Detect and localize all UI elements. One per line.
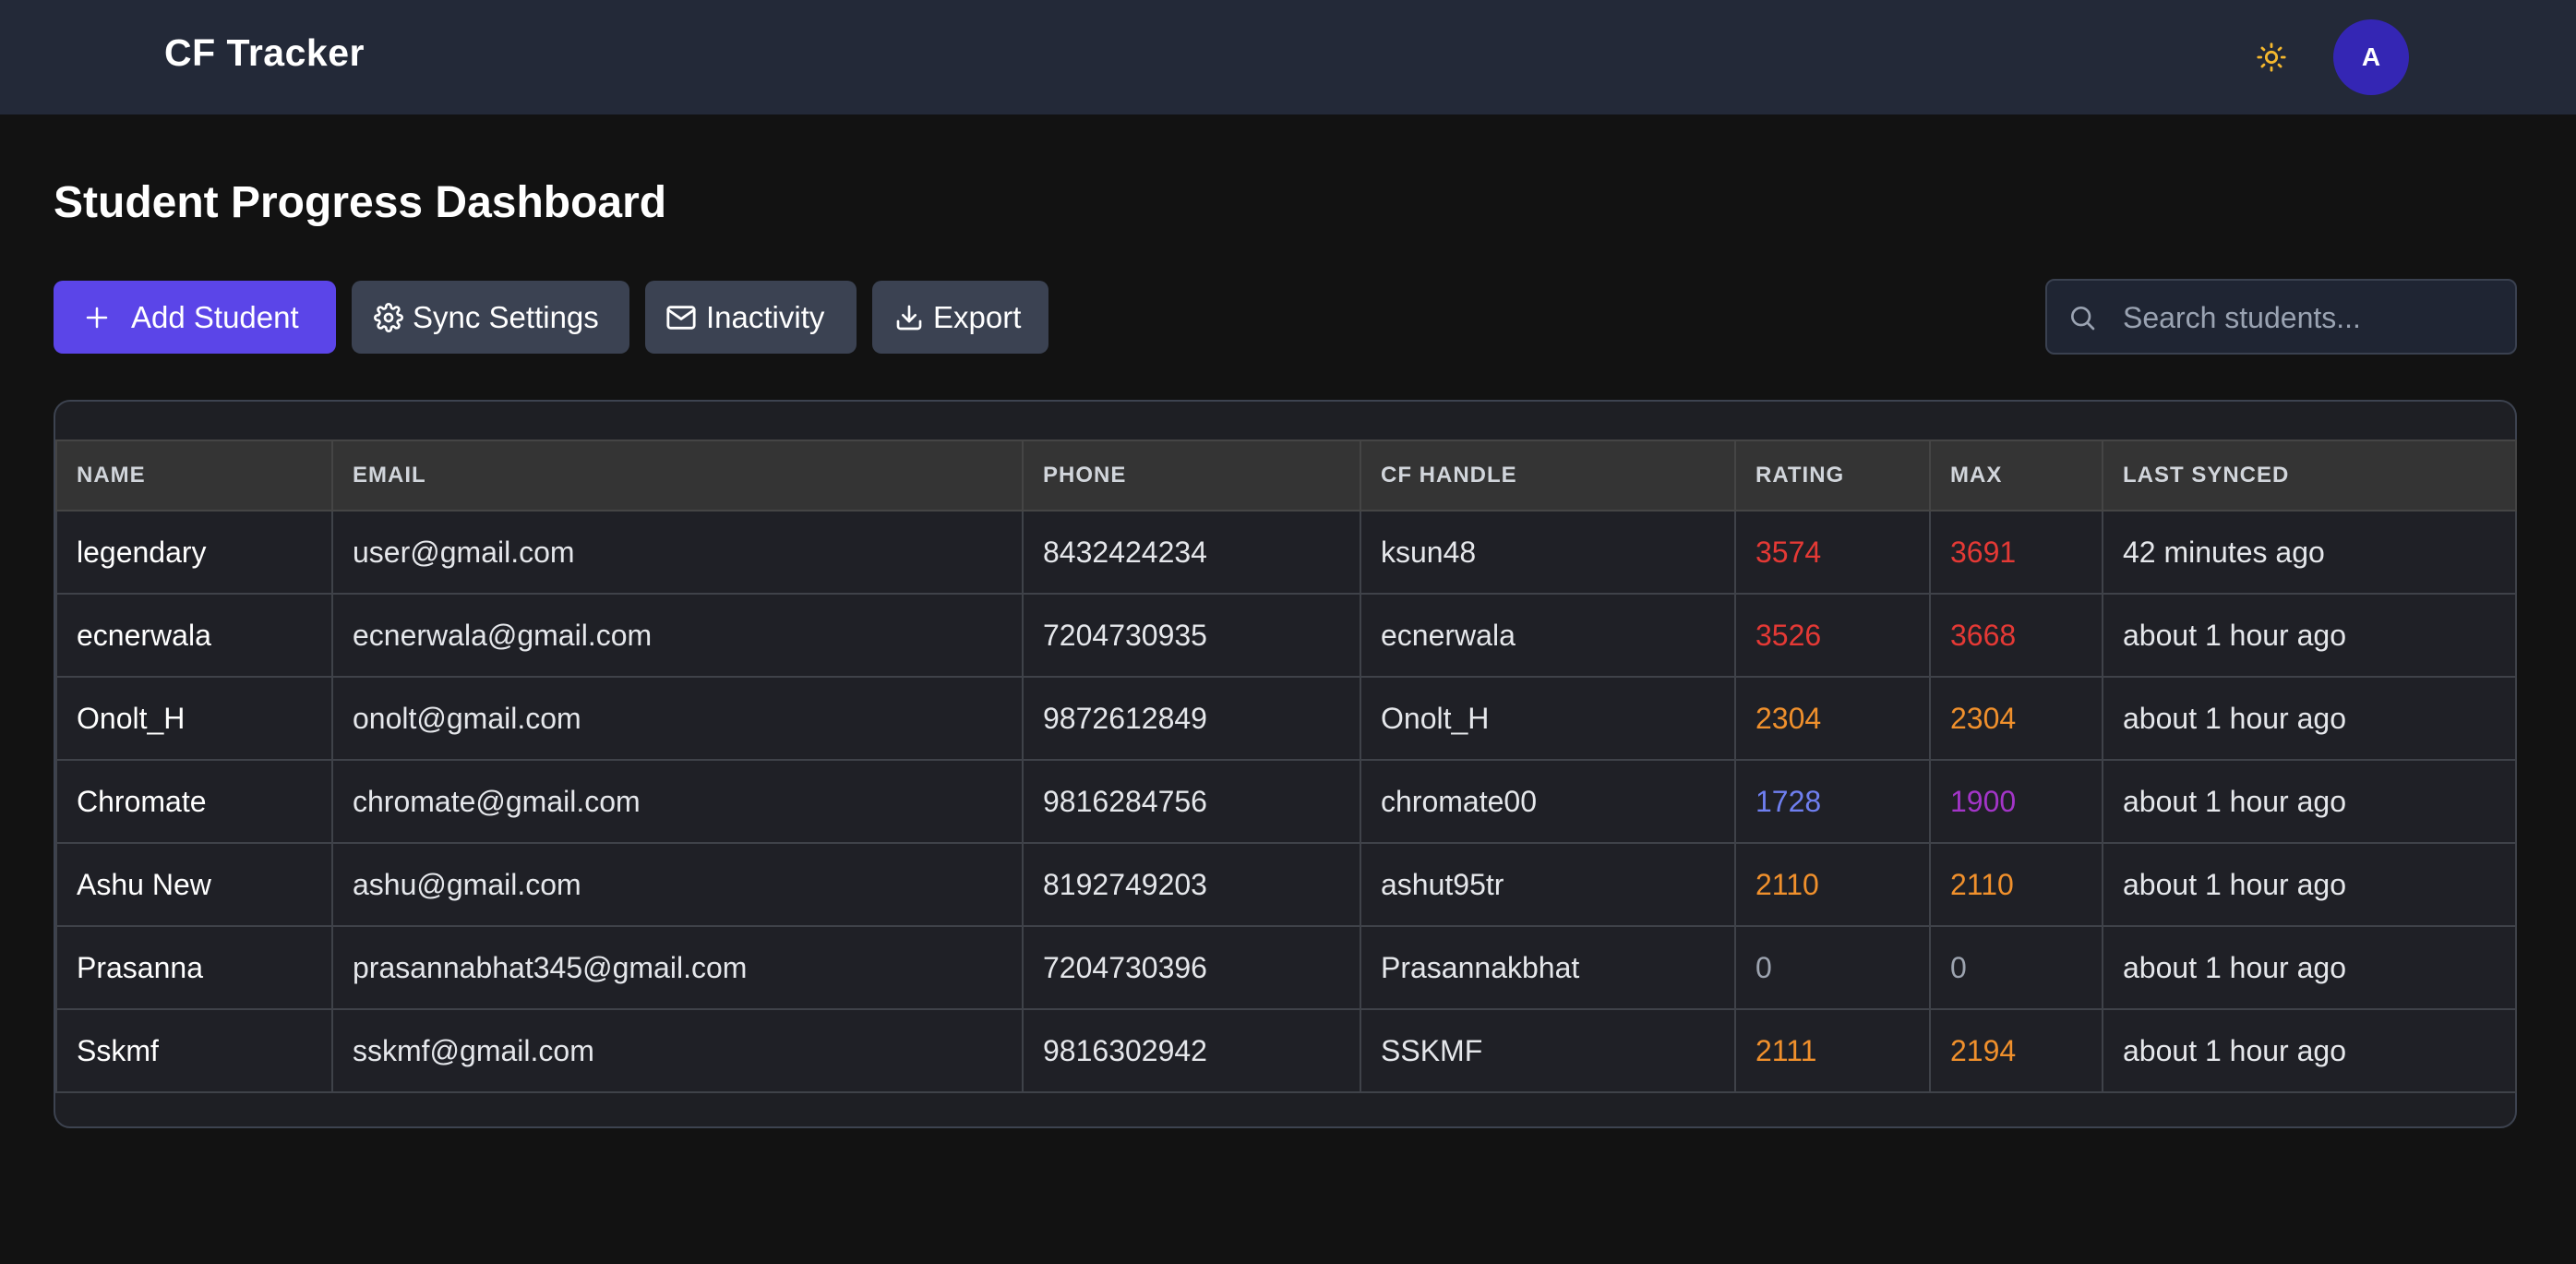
table-row[interactable]: Onolt_H onolt@gmail.com 9872612849 Onolt… xyxy=(55,676,2517,761)
cell-phone: 7204730396 xyxy=(1022,925,1361,1010)
table-row[interactable]: Prasanna prasannabhat345@gmail.com 72047… xyxy=(55,925,2517,1010)
action-toolbar: Add Student Sync Settings Inactivity Exp… xyxy=(54,281,1048,354)
cell-last-synced: 42 minutes ago xyxy=(2102,510,2517,595)
add-student-button[interactable]: Add Student xyxy=(54,281,336,354)
cell-max-rating: 0 xyxy=(1929,925,2103,1010)
mail-icon xyxy=(666,305,696,330)
cell-phone: 9816302942 xyxy=(1022,1008,1361,1093)
cell-email: chromate@gmail.com xyxy=(331,759,1024,844)
cell-rating: 2110 xyxy=(1734,842,1931,927)
gear-icon xyxy=(374,302,403,332)
cell-email: onolt@gmail.com xyxy=(331,676,1024,761)
cell-max-rating: 2194 xyxy=(1929,1008,2103,1093)
column-header-rating[interactable]: RATING xyxy=(1734,439,1931,512)
export-label: Export xyxy=(933,299,1022,334)
cell-rating: 3574 xyxy=(1734,510,1931,595)
cell-max-rating: 3668 xyxy=(1929,593,2103,678)
page-title: Student Progress Dashboard xyxy=(54,178,667,227)
sync-settings-label: Sync Settings xyxy=(413,299,599,334)
students-table-card: NAME EMAIL PHONE CF HANDLE RATING MAX LA… xyxy=(54,400,2517,1128)
cell-name: legendary xyxy=(55,510,333,595)
table-row[interactable]: ecnerwala ecnerwala@gmail.com 7204730935… xyxy=(55,593,2517,678)
cell-max-rating: 1900 xyxy=(1929,759,2103,844)
cell-last-synced: about 1 hour ago xyxy=(2102,759,2517,844)
table-row[interactable]: Sskmf sskmf@gmail.com 9816302942 SSKMF 2… xyxy=(55,1008,2517,1093)
search-box xyxy=(2045,279,2517,355)
cell-rating: 2304 xyxy=(1734,676,1931,761)
column-header-phone[interactable]: PHONE xyxy=(1022,439,1361,512)
cell-phone: 7204730935 xyxy=(1022,593,1361,678)
sun-icon xyxy=(2257,42,2286,72)
cell-phone: 9816284756 xyxy=(1022,759,1361,844)
cell-email: ashu@gmail.com xyxy=(331,842,1024,927)
cell-max-rating: 2304 xyxy=(1929,676,2103,761)
cell-name: Ashu New xyxy=(55,842,333,927)
cell-name: Onolt_H xyxy=(55,676,333,761)
cell-cf-handle: ksun48 xyxy=(1360,510,1736,595)
cell-max-rating: 3691 xyxy=(1929,510,2103,595)
table-row[interactable]: legendary user@gmail.com 8432424234 ksun… xyxy=(55,510,2517,595)
brand-logo-text[interactable]: CF Tracker xyxy=(164,31,365,75)
cell-last-synced: about 1 hour ago xyxy=(2102,925,2517,1010)
search-input[interactable] xyxy=(2121,281,2512,355)
cell-cf-handle: Prasannakbhat xyxy=(1360,925,1736,1010)
cell-phone: 8432424234 xyxy=(1022,510,1361,595)
column-header-max[interactable]: MAX xyxy=(1929,439,2103,512)
cell-cf-handle: ecnerwala xyxy=(1360,593,1736,678)
cell-last-synced: about 1 hour ago xyxy=(2102,842,2517,927)
plus-icon xyxy=(86,307,108,328)
table-header-row: NAME EMAIL PHONE CF HANDLE RATING MAX LA… xyxy=(55,439,2517,512)
cell-email: user@gmail.com xyxy=(331,510,1024,595)
cell-max-rating: 2110 xyxy=(1929,842,2103,927)
cell-last-synced: about 1 hour ago xyxy=(2102,676,2517,761)
column-header-email[interactable]: EMAIL xyxy=(331,439,1024,512)
user-avatar[interactable]: A xyxy=(2333,19,2409,95)
cell-cf-handle: ashut95tr xyxy=(1360,842,1736,927)
theme-toggle-button[interactable] xyxy=(2248,35,2294,79)
cell-rating: 3526 xyxy=(1734,593,1931,678)
add-student-label: Add Student xyxy=(131,299,299,334)
cell-rating: 2111 xyxy=(1734,1008,1931,1093)
column-header-name[interactable]: NAME xyxy=(55,439,333,512)
cell-name: Sskmf xyxy=(55,1008,333,1093)
sync-settings-button[interactable]: Sync Settings xyxy=(352,281,629,354)
cell-last-synced: about 1 hour ago xyxy=(2102,593,2517,678)
column-header-cf-handle[interactable]: CF HANDLE xyxy=(1360,439,1736,512)
cell-name: ecnerwala xyxy=(55,593,333,678)
cell-last-synced: about 1 hour ago xyxy=(2102,1008,2517,1093)
cell-cf-handle: Onolt_H xyxy=(1360,676,1736,761)
cell-phone: 9872612849 xyxy=(1022,676,1361,761)
cell-name: Chromate xyxy=(55,759,333,844)
inactivity-button[interactable]: Inactivity xyxy=(645,281,857,354)
inactivity-label: Inactivity xyxy=(706,299,825,334)
cell-cf-handle: SSKMF xyxy=(1360,1008,1736,1093)
cell-rating: 0 xyxy=(1734,925,1931,1010)
cell-name: Prasanna xyxy=(55,925,333,1010)
search-icon xyxy=(2071,307,2095,331)
cell-email: prasannabhat345@gmail.com xyxy=(331,925,1024,1010)
cell-cf-handle: chromate00 xyxy=(1360,759,1736,844)
column-header-last-synced[interactable]: LAST SYNCED xyxy=(2102,439,2517,512)
cell-email: sskmf@gmail.com xyxy=(331,1008,1024,1093)
cell-rating: 1728 xyxy=(1734,759,1931,844)
top-navbar: CF Tracker A xyxy=(0,0,2576,114)
table-row[interactable]: Ashu New ashu@gmail.com 8192749203 ashut… xyxy=(55,842,2517,927)
export-button[interactable]: Export xyxy=(872,281,1048,354)
download-icon xyxy=(896,305,922,330)
cell-email: ecnerwala@gmail.com xyxy=(331,593,1024,678)
cell-phone: 8192749203 xyxy=(1022,842,1361,927)
students-table: NAME EMAIL PHONE CF HANDLE RATING MAX LA… xyxy=(55,439,2517,1093)
table-row[interactable]: Chromate chromate@gmail.com 9816284756 c… xyxy=(55,759,2517,844)
